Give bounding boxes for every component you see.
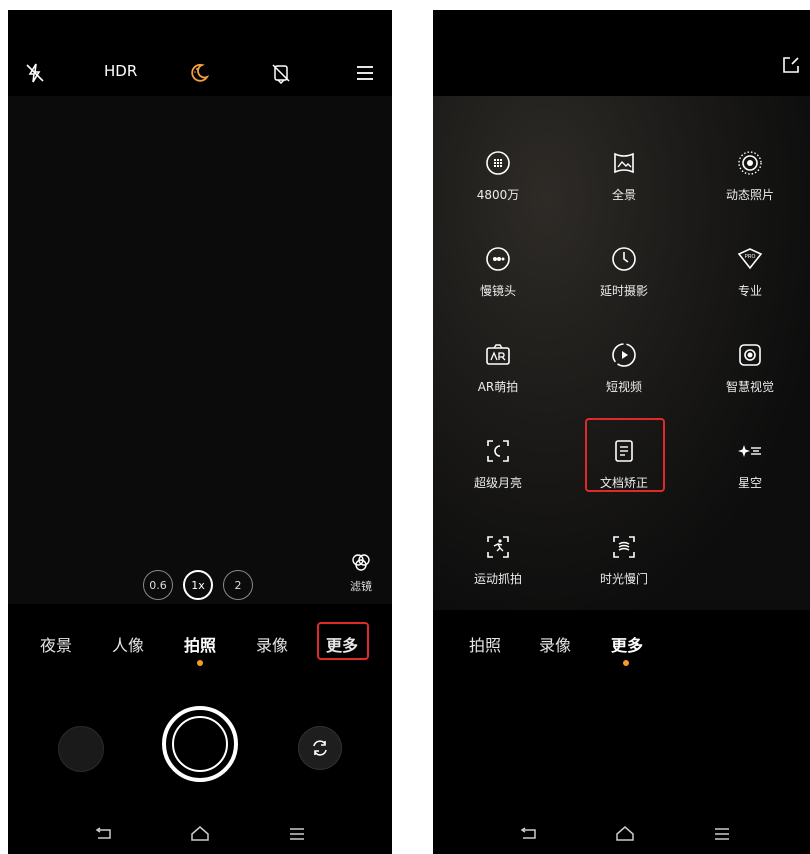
mode-tile-label: AR萌拍 — [477, 380, 519, 394]
highlight-box-document — [585, 418, 665, 492]
mode-tile-timelapse[interactable]: 延时摄影 — [569, 244, 679, 299]
short-video-icon — [609, 340, 639, 370]
home-icon[interactable] — [188, 822, 212, 846]
switch-camera-button[interactable] — [298, 726, 342, 770]
zoom-0-6-button[interactable]: 0.6 — [143, 570, 173, 600]
mode-tile-short-video[interactable]: 短视频 — [569, 340, 679, 395]
mode-tile-super-moon[interactable]: 超级月亮 — [443, 436, 553, 491]
filter-button[interactable]: 滤镜 — [346, 552, 376, 594]
mode-tile-label: 动态照片 — [725, 188, 774, 202]
sport-capture-icon — [483, 532, 513, 562]
mode-portrait[interactable]: 人像 — [112, 632, 144, 656]
timelapse-icon — [609, 244, 639, 274]
camera-screen-more: 4800万 全景 动态照片 慢镜头 延时摄影 PRO 专业 AR萌拍 短视频 智… — [433, 10, 810, 854]
super-moon-icon — [483, 436, 513, 466]
ai-scene-off-icon[interactable] — [268, 60, 294, 86]
more-top-bar — [433, 10, 810, 96]
shutter-area — [8, 670, 392, 815]
more-modes-panel: 4800万 全景 动态照片 慢镜头 延时摄影 PRO 专业 AR萌拍 短视频 智… — [433, 96, 810, 610]
home-icon[interactable] — [613, 822, 637, 846]
megapixel-icon — [483, 148, 513, 178]
mode-tile-label: 星空 — [737, 476, 762, 490]
slow-motion-icon — [483, 244, 513, 274]
mode-night[interactable]: 夜景 — [40, 632, 72, 656]
starry-sky-icon — [735, 436, 765, 466]
zoom-selector: 0.6 1x 2 — [143, 570, 253, 600]
active-mode-indicator — [623, 660, 629, 666]
edit-icon[interactable] — [778, 52, 804, 78]
back-icon[interactable] — [92, 822, 116, 846]
mode-tile-panorama[interactable]: 全景 — [569, 148, 679, 203]
mode-video[interactable]: 录像 — [256, 632, 288, 656]
mode-tile-label: 全景 — [611, 188, 636, 202]
pro-icon: PRO — [735, 244, 765, 274]
mode-selector: 夜景 人像 拍照 录像 更多 — [8, 620, 392, 670]
mode-tile-label: 延时摄影 — [599, 284, 648, 298]
shutter-inner-ring — [172, 716, 228, 772]
mode-tile-sport-capture[interactable]: 运动抓拍 — [443, 532, 553, 587]
mode-video[interactable]: 录像 — [539, 632, 571, 656]
mode-tile-label: 短视频 — [605, 380, 642, 394]
live-photo-icon — [735, 148, 765, 178]
ar-icon — [483, 340, 513, 370]
gallery-thumbnail[interactable] — [58, 726, 104, 772]
system-nav-bar — [8, 814, 392, 854]
svg-text:PRO: PRO — [745, 254, 756, 260]
mode-tile-48mp[interactable]: 4800万 — [443, 148, 553, 203]
mode-tile-label: 4800万 — [476, 188, 520, 202]
night-mode-icon[interactable] — [186, 60, 212, 86]
mode-tile-ar[interactable]: AR萌拍 — [443, 340, 553, 395]
mode-tile-label: 智慧视觉 — [725, 380, 774, 394]
smart-vision-icon — [735, 340, 765, 370]
filter-icon — [352, 554, 370, 571]
panorama-icon — [609, 148, 639, 178]
mode-tile-smart-vision[interactable]: 智慧视觉 — [695, 340, 805, 395]
mode-tile-slow-shutter[interactable]: 时光慢门 — [569, 532, 679, 587]
mode-tile-starry-sky[interactable]: 星空 — [695, 436, 805, 491]
mode-tile-live-photo[interactable]: 动态照片 — [695, 148, 805, 203]
mode-selector-more: 拍照 录像 更多 — [433, 610, 810, 670]
mode-more[interactable]: 更多 — [611, 632, 643, 656]
mode-tile-slow-motion[interactable]: 慢镜头 — [443, 244, 553, 299]
viewfinder[interactable] — [8, 96, 392, 604]
mode-tile-label: 时光慢门 — [599, 572, 648, 586]
camera-top-bar: HDR — [8, 10, 392, 96]
slow-shutter-icon — [609, 532, 639, 562]
camera-screen-photo: HDR 0.6 1x 2 滤镜 夜景 人像 拍照 录像 更多 — [8, 10, 392, 854]
mode-photo[interactable]: 拍照 — [469, 632, 501, 656]
back-icon[interactable] — [517, 822, 541, 846]
hdr-toggle[interactable]: HDR — [104, 62, 137, 80]
mode-tile-label: 慢镜头 — [479, 284, 516, 298]
mode-photo[interactable]: 拍照 — [184, 632, 216, 656]
zoom-1x-button[interactable]: 1x — [183, 570, 213, 600]
menu-icon[interactable] — [352, 60, 378, 86]
mode-tile-label: 运动抓拍 — [473, 572, 522, 586]
switch-camera-icon — [313, 740, 327, 756]
recents-icon[interactable] — [710, 822, 734, 846]
mode-tile-pro[interactable]: PRO 专业 — [695, 244, 805, 299]
filter-label: 滤镜 — [350, 580, 372, 593]
mode-tile-label: 超级月亮 — [473, 476, 522, 490]
highlight-box-more — [317, 622, 369, 660]
shutter-button[interactable] — [162, 706, 238, 782]
active-mode-indicator — [197, 660, 203, 666]
flash-off-icon[interactable] — [22, 60, 48, 86]
system-nav-bar — [433, 814, 810, 854]
zoom-2-button[interactable]: 2 — [223, 570, 253, 600]
mode-tile-label: 专业 — [737, 284, 762, 298]
recents-icon[interactable] — [285, 822, 309, 846]
